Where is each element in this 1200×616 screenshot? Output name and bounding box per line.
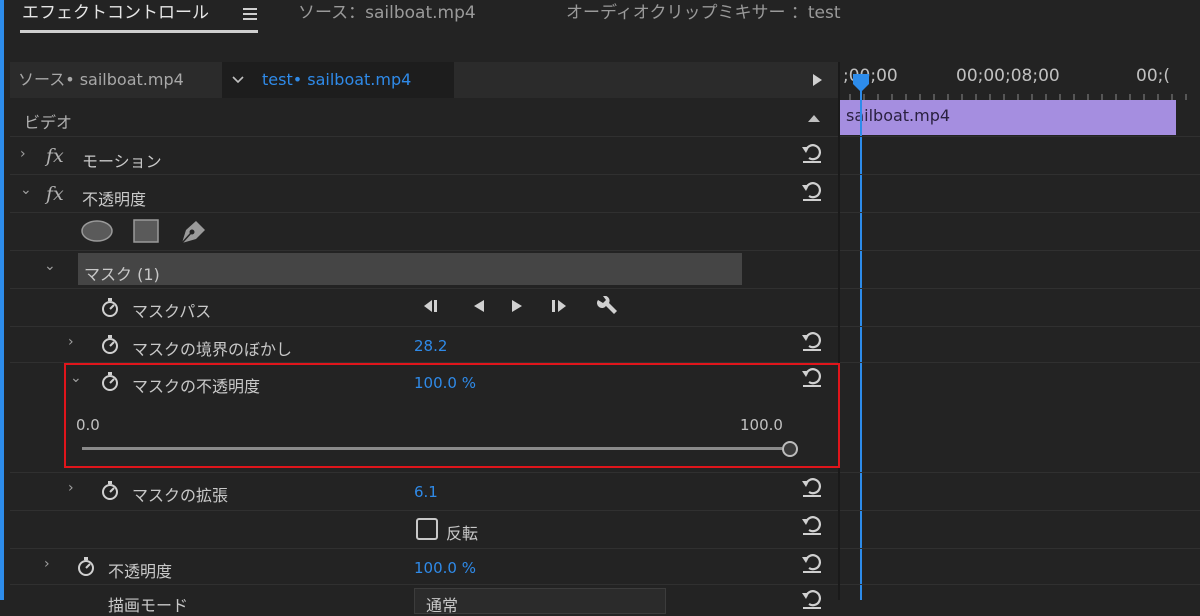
row-divider [10, 174, 838, 175]
wrench-icon[interactable] [594, 292, 622, 318]
timeline-row-divider [840, 362, 1200, 363]
tab-effect-controls[interactable]: エフェクトコントロール [22, 0, 209, 34]
playhead-line[interactable] [860, 80, 862, 600]
timeline-row-divider [840, 250, 1200, 251]
motion-label: モーション [82, 152, 162, 171]
chevron-right-icon[interactable]: › [20, 146, 26, 162]
row-divider [10, 548, 838, 549]
row-divider [10, 250, 838, 251]
reset-icon[interactable] [800, 330, 824, 352]
slider-min-label: 0.0 [76, 416, 100, 434]
active-tab-underline [20, 30, 258, 33]
mask-expansion-label: マスクの拡張 [132, 486, 229, 505]
reset-icon[interactable] [800, 588, 824, 610]
sequence-clip-label[interactable]: test• sailboat.mp4 [262, 62, 411, 98]
timeline-row-divider [840, 584, 1200, 585]
play-triangle-icon[interactable] [810, 72, 824, 88]
chevron-down-icon[interactable] [230, 72, 246, 88]
fx-icon[interactable]: fx [46, 145, 64, 167]
inverted-checkbox[interactable] [416, 518, 438, 540]
ruler-label-end: 00;( [1136, 66, 1170, 86]
pen-tool-icon[interactable] [178, 216, 210, 246]
tab-source[interactable]: ソース：sailboat.mp4 [298, 0, 476, 34]
mask-opacity-slider-track[interactable] [82, 447, 782, 450]
mask-expansion-value[interactable]: 6.1 [414, 483, 438, 501]
reset-icon[interactable] [800, 366, 824, 388]
stopwatch-icon[interactable] [76, 555, 96, 577]
stopwatch-icon[interactable] [100, 333, 120, 355]
panel-divider [838, 62, 840, 600]
timeline-row-divider [840, 472, 1200, 473]
mask-opacity-label: マスクの不透明度 [132, 377, 261, 396]
stopwatch-icon[interactable] [100, 479, 120, 501]
mask-path-label: マスクパス [132, 302, 212, 321]
blend-mode-label: 描画モード [108, 596, 189, 615]
ellipse-mask-icon[interactable] [80, 219, 114, 243]
timeline-row-divider [840, 212, 1200, 213]
reset-icon[interactable] [800, 180, 824, 202]
track-next-frame-icon[interactable] [506, 294, 532, 318]
chevron-down-icon[interactable]: ⌄ [70, 370, 82, 386]
reset-icon[interactable] [800, 514, 824, 536]
timeline-row-divider [840, 174, 1200, 175]
timeline-row-divider [840, 136, 1200, 137]
playhead-handle-icon[interactable] [851, 72, 871, 94]
hamburger-menu-icon[interactable] [240, 4, 260, 24]
chevron-right-icon[interactable]: › [68, 480, 74, 496]
timeline-row-divider [840, 326, 1200, 327]
slider-max-label: 100.0 [740, 416, 783, 434]
stopwatch-icon[interactable] [100, 296, 120, 318]
track-backward-icon[interactable] [420, 294, 446, 318]
chevron-right-icon[interactable]: › [44, 556, 50, 572]
timeline-row-divider [840, 288, 1200, 289]
ruler-ticks [849, 94, 1187, 100]
mask-header-label: マスク (1) [84, 265, 160, 284]
opacity-label: 不透明度 [82, 190, 147, 209]
mask-feather-label: マスクの境界のぼかし [132, 340, 293, 359]
row-divider [10, 212, 838, 213]
timeline-row-divider [840, 548, 1200, 549]
row-divider [10, 584, 838, 585]
track-previous-frame-icon[interactable] [466, 294, 492, 318]
source-clip-label[interactable]: ソース• sailboat.mp4 [18, 62, 184, 98]
rectangle-mask-icon[interactable] [132, 218, 160, 244]
mask-opacity-value[interactable]: 100.0 % [414, 374, 476, 392]
tab-audio-clip-mixer[interactable]: オーディオクリップミキサー ：test [566, 0, 841, 34]
mask-opacity-slider-thumb[interactable] [781, 440, 799, 458]
ruler-label-mid: 00;00;08;00 [956, 66, 1060, 86]
row-divider [10, 326, 838, 327]
track-forward-icon[interactable] [548, 294, 574, 318]
blend-mode-value: 通常 [426, 596, 459, 615]
opacity-value-label: 不透明度 [108, 562, 173, 581]
row-divider [10, 510, 838, 511]
chevron-down-icon[interactable]: ⌄ [20, 182, 32, 198]
row-divider [10, 136, 838, 137]
opacity-value[interactable]: 100.0 % [414, 559, 476, 577]
row-divider [10, 288, 838, 289]
reset-icon[interactable] [800, 142, 824, 164]
inverted-label: 反転 [446, 524, 479, 543]
chevron-down-icon[interactable]: ⌄ [44, 258, 56, 274]
section-video-label: ビデオ [24, 113, 73, 132]
mask-header-bar[interactable] [78, 253, 742, 285]
stopwatch-icon[interactable] [100, 370, 120, 392]
mask-feather-value[interactable]: 28.2 [414, 337, 447, 355]
collapse-up-icon[interactable] [806, 110, 822, 124]
fx-icon[interactable]: fx [46, 183, 64, 205]
timeline-row-divider [840, 510, 1200, 511]
reset-icon[interactable] [800, 552, 824, 574]
reset-icon[interactable] [800, 476, 824, 498]
chevron-right-icon[interactable]: › [68, 334, 74, 350]
row-divider [10, 472, 838, 473]
panel-focus-edge [0, 0, 4, 600]
